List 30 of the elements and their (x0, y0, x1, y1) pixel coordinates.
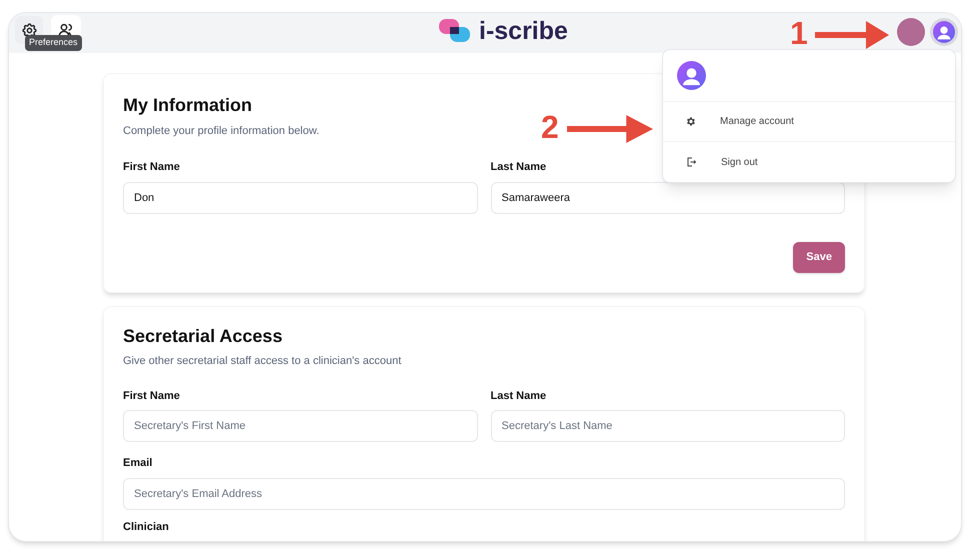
save-button[interactable]: Save (793, 242, 845, 272)
users-icon (58, 22, 74, 38)
card-subtitle: Give other secretarial staff access to a clinician's account (123, 354, 402, 369)
menu-item[interactable]: Manage account (663, 102, 955, 142)
tooltip: Preferences (25, 35, 82, 50)
annotation-number: 2 (541, 111, 559, 143)
input-field[interactable]: Secretary's Email Address (123, 478, 845, 510)
user-icon (677, 61, 706, 90)
field-label: First Name (123, 160, 180, 175)
card-title: Secretarial Access (123, 324, 284, 347)
input-field[interactable]: Don (123, 182, 478, 214)
card-subtitle: Complete your profile information below. (123, 124, 320, 138)
logo-text: i-scribe (479, 18, 568, 44)
field-label: Last Name (490, 160, 546, 175)
user-icon (933, 21, 955, 43)
menu-item[interactable]: Sign out (663, 142, 955, 182)
field-label: First Name (123, 388, 180, 404)
field-label: Clinician (123, 522, 169, 532)
settings-icon (20, 22, 38, 38)
card-title: My Information (123, 94, 253, 116)
input-field[interactable]: Secretary's First Name (123, 410, 478, 442)
field-label: Email (123, 456, 152, 471)
input-field[interactable]: Secretary's Last Name (490, 410, 845, 442)
avatar-button[interactable] (930, 18, 958, 46)
settings-icon (685, 116, 696, 127)
annotation-number: 1 (790, 17, 808, 49)
avatar[interactable] (897, 18, 925, 46)
sign-out-icon (685, 156, 697, 168)
input-field[interactable]: Samaraweera (490, 182, 845, 214)
field-label: Last Name (490, 388, 546, 404)
